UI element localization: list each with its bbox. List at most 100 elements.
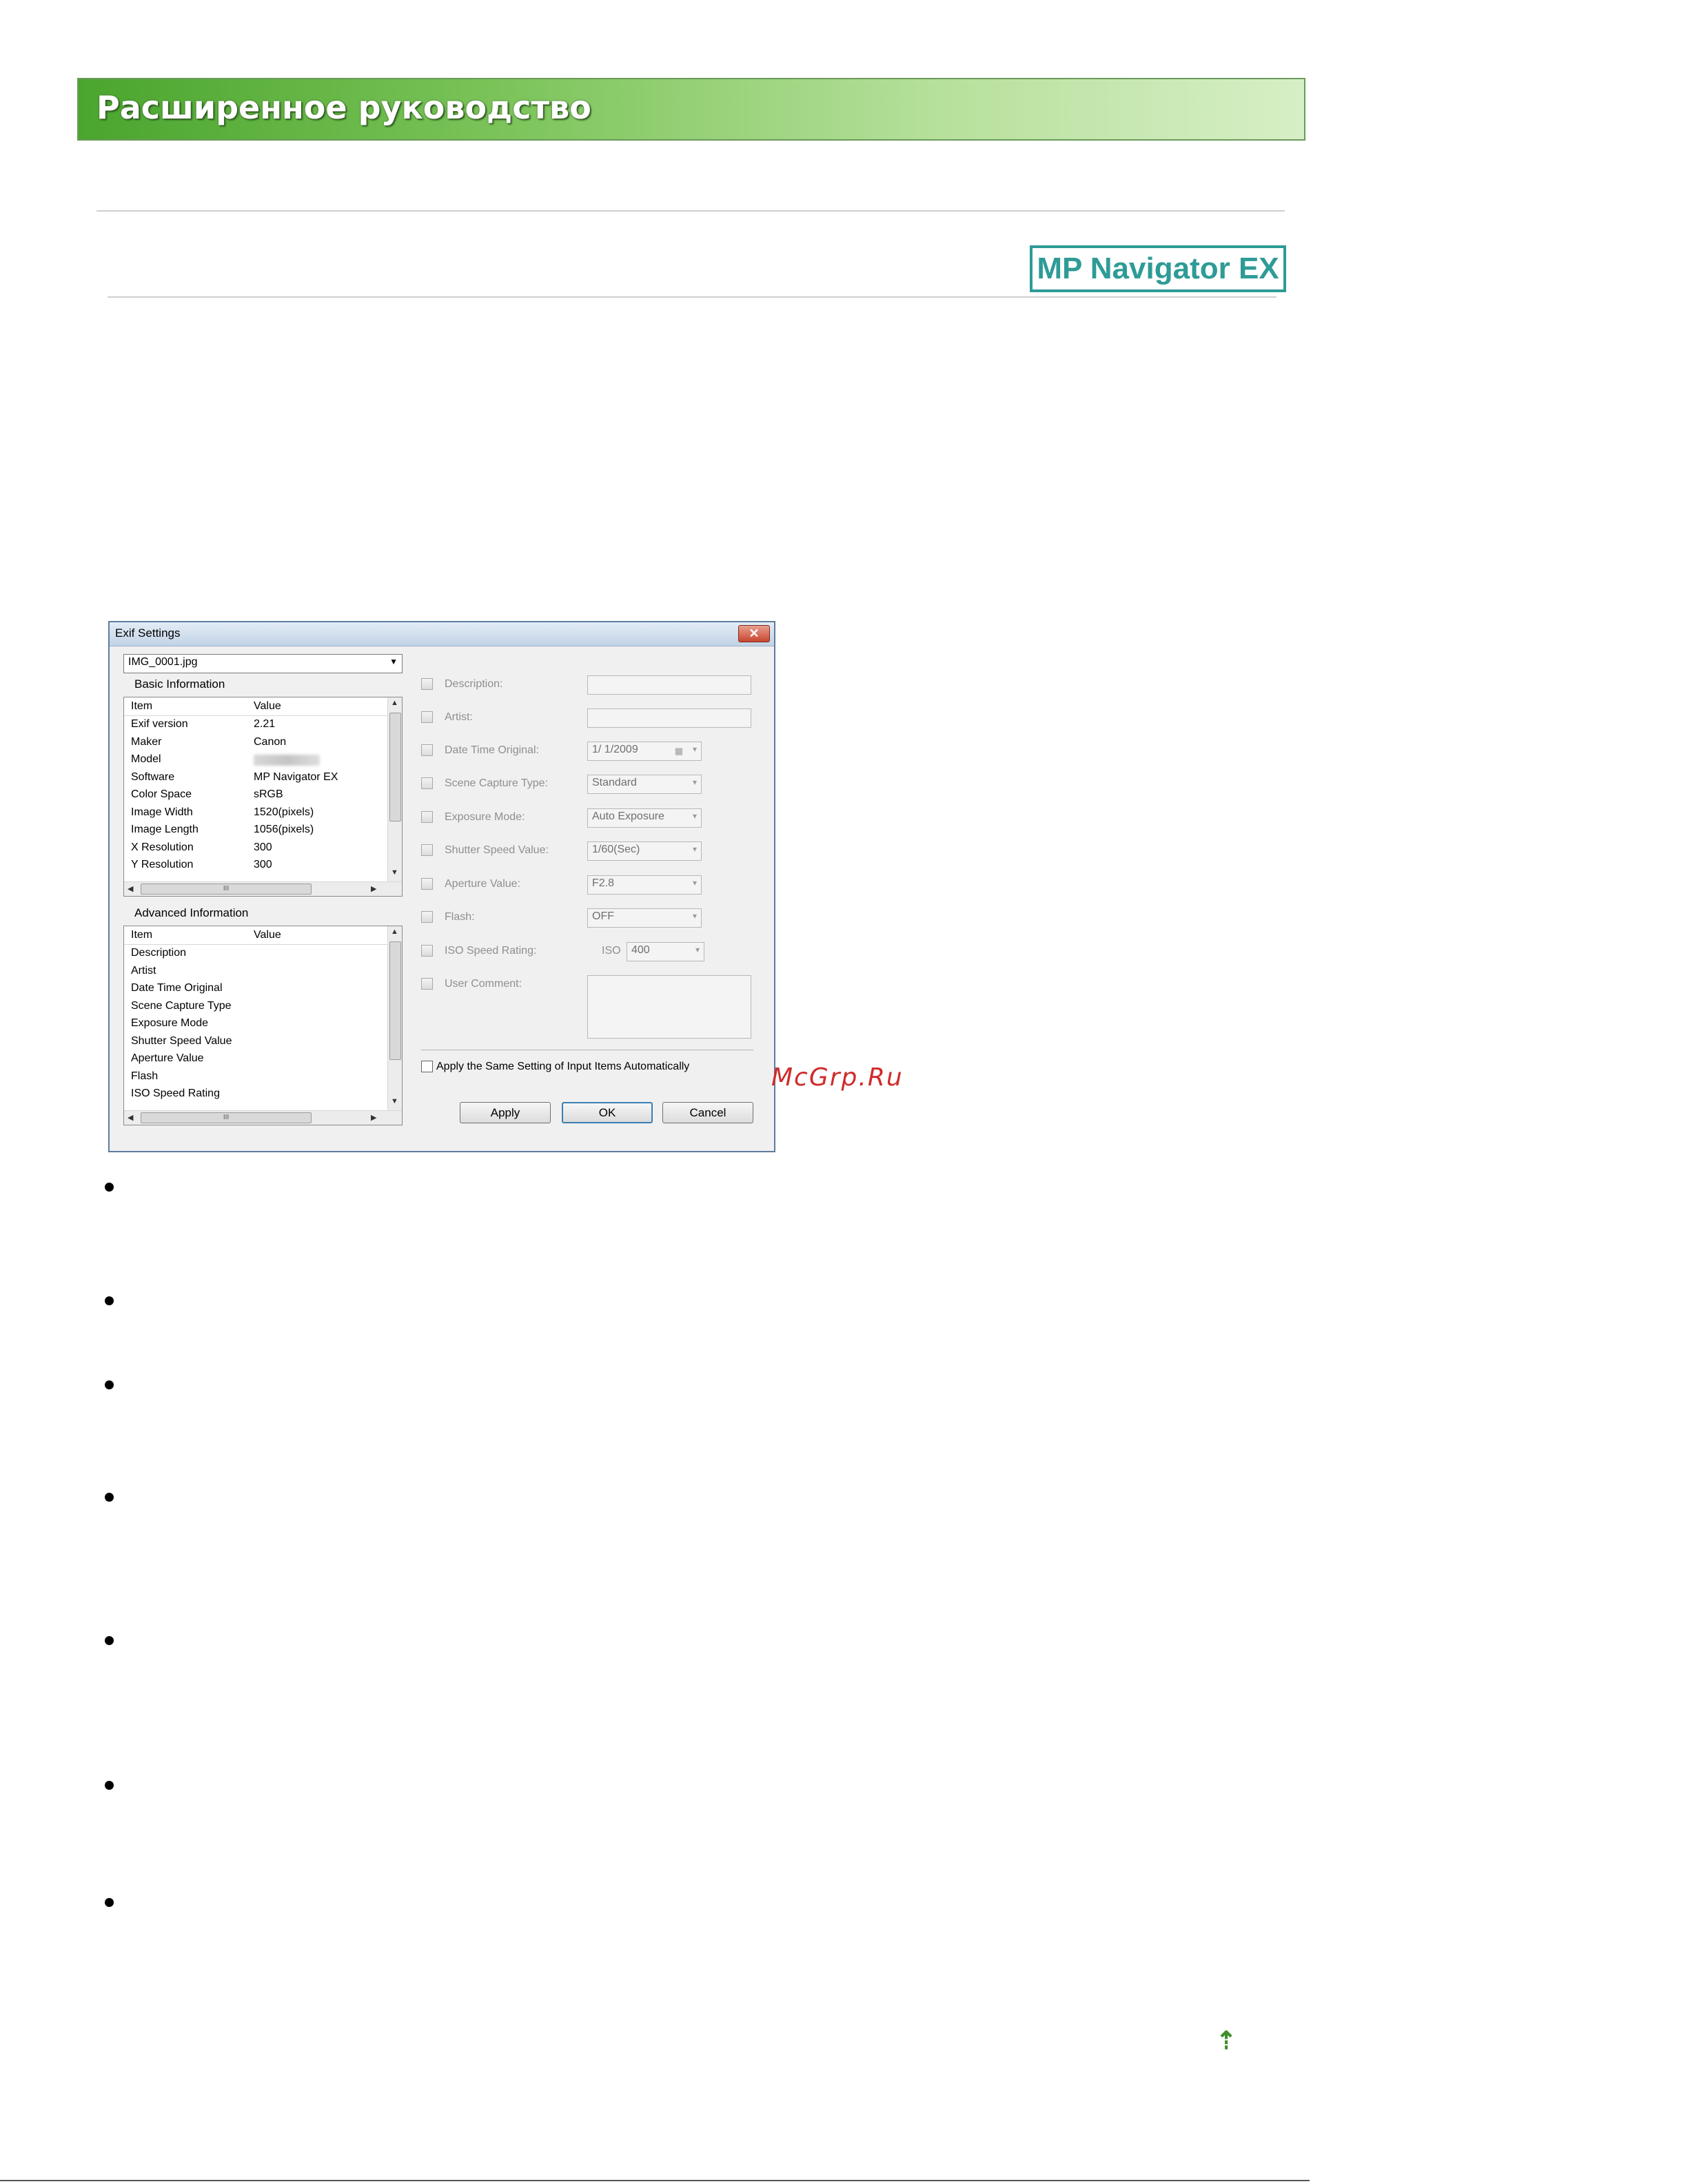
horizontal-scrollbar[interactable]: ◀ III ▶ xyxy=(124,881,402,896)
row-item: X Resolution xyxy=(131,841,194,853)
scroll-thumb[interactable]: III xyxy=(141,884,312,895)
exposure-mode-checkbox[interactable] xyxy=(421,811,433,823)
redacted-model-value xyxy=(254,755,320,766)
iso-speed-checkbox[interactable] xyxy=(421,945,433,957)
user-comment-checkbox[interactable] xyxy=(421,978,433,990)
page-title: Расширенное руководство xyxy=(96,89,591,126)
scroll-left-icon[interactable]: ◀ xyxy=(128,1113,133,1122)
chevron-down-icon: ▾ xyxy=(692,777,697,787)
iso-speed-label: ISO Speed Rating: xyxy=(445,945,537,957)
chevron-down-icon: ▾ xyxy=(692,744,697,754)
row-value: 300 xyxy=(254,841,272,853)
scene-capture-type-label: Scene Capture Type: xyxy=(445,777,549,789)
cancel-button[interactable]: Cancel xyxy=(662,1102,753,1123)
row-value: 2.21 xyxy=(254,718,276,730)
scene-capture-type-value: Standard xyxy=(592,777,637,788)
row-value: 1520(pixels) xyxy=(254,806,314,818)
date-time-original-label: Date Time Original: xyxy=(445,744,539,756)
file-select[interactable]: IMG_0001.jpg ▼ xyxy=(123,654,403,673)
ok-button[interactable]: OK xyxy=(562,1102,653,1123)
chevron-down-icon: ▾ xyxy=(692,844,697,854)
artist-label: Artist: xyxy=(445,711,473,723)
scroll-up-icon[interactable]: ▲ xyxy=(391,928,398,936)
row-value: sRGB xyxy=(254,788,283,800)
date-value: 1/ 1/2009 xyxy=(592,744,638,755)
chevron-down-icon: ▾ xyxy=(692,878,697,888)
row-item: Y Resolution xyxy=(131,859,194,870)
row-item: ISO Speed Rating xyxy=(131,1088,220,1099)
basic-information-list[interactable]: Item Value Exif version 2.21 Maker Canon Mod… xyxy=(123,697,403,897)
flash-checkbox[interactable] xyxy=(421,911,433,923)
scroll-right-icon[interactable]: ▶ xyxy=(371,884,376,893)
row-item: Model xyxy=(131,753,161,765)
apply-same-setting-checkbox[interactable] xyxy=(421,1061,433,1072)
iso-prefix-label: ISO xyxy=(602,945,621,957)
scroll-down-icon[interactable]: ▼ xyxy=(391,1097,398,1105)
chevron-down-icon: ▾ xyxy=(692,911,697,921)
vertical-scrollbar[interactable]: ▲ ▼ xyxy=(387,697,402,882)
row-item: Date Time Original xyxy=(131,982,223,994)
flash-label: Flash: xyxy=(445,911,475,923)
advanced-information-list[interactable]: Item Value Description Artist Date Time Or… xyxy=(123,926,403,1125)
close-button[interactable]: ✕ xyxy=(738,625,770,642)
description-field[interactable] xyxy=(587,675,751,695)
scroll-thumb[interactable] xyxy=(389,941,401,1060)
description-label: Description: xyxy=(445,678,503,690)
list-bullet xyxy=(105,1296,114,1305)
description-checkbox[interactable] xyxy=(421,678,433,690)
row-item: Flash xyxy=(131,1070,159,1082)
vertical-scrollbar[interactable]: ▲ ▼ xyxy=(387,926,402,1111)
column-header-item: Item xyxy=(131,700,153,712)
shutter-speed-select[interactable]: 1/60(Sec) ▾ xyxy=(587,841,702,861)
row-item: Image Width xyxy=(131,806,193,818)
row-item: Exposure Mode xyxy=(131,1017,209,1029)
exif-settings-dialog: Exif Settings ✕ IMG_0001.jpg ▼ Basic Inf… xyxy=(108,621,775,1152)
scroll-thumb[interactable] xyxy=(389,713,401,821)
calendar-icon[interactable]: ▦ xyxy=(675,746,683,757)
flash-select[interactable]: OFF ▾ xyxy=(587,908,702,928)
dialog-titlebar: Exif Settings ✕ xyxy=(110,622,774,646)
row-value: MP Navigator EX xyxy=(254,770,338,783)
scroll-left-icon[interactable]: ◀ xyxy=(128,884,133,893)
scroll-down-icon[interactable]: ▼ xyxy=(391,868,398,877)
row-item: Artist xyxy=(131,964,156,977)
watermark: McGrp.Ru xyxy=(771,1063,904,1092)
dialog-title: Exif Settings xyxy=(115,626,181,640)
date-time-original-checkbox[interactable] xyxy=(421,744,433,756)
list-bullet xyxy=(105,1493,114,1502)
list-bullet xyxy=(105,1781,114,1790)
aperture-value-checkbox[interactable] xyxy=(421,878,433,890)
aperture-value-value: F2.8 xyxy=(592,877,615,889)
shutter-speed-value: 1/60(Sec) xyxy=(592,844,640,855)
list-header: Item Value xyxy=(124,926,402,945)
date-time-original-picker[interactable]: 1/ 1/2009 ▦ ▾ xyxy=(587,742,702,761)
aperture-value-select[interactable]: F2.8 ▾ xyxy=(587,875,702,895)
user-comment-label: User Comment: xyxy=(445,978,522,990)
shutter-speed-checkbox[interactable] xyxy=(421,844,433,856)
artist-checkbox[interactable] xyxy=(421,711,433,723)
column-header-value: Value xyxy=(254,700,281,712)
shutter-speed-label: Shutter Speed Value: xyxy=(445,844,549,856)
row-item: Shutter Speed Value xyxy=(131,1034,232,1047)
scroll-right-icon[interactable]: ▶ xyxy=(371,1113,376,1122)
list-bullet xyxy=(105,1183,114,1192)
scroll-thumb[interactable]: III xyxy=(141,1112,312,1123)
scene-capture-type-checkbox[interactable] xyxy=(421,777,433,789)
scene-capture-type-select[interactable]: Standard ▾ xyxy=(587,775,702,794)
basic-information-label: Basic Information xyxy=(134,677,225,691)
scroll-up-icon[interactable]: ▲ xyxy=(391,699,398,707)
file-select-value: IMG_0001.jpg xyxy=(128,656,198,668)
user-comment-field[interactable] xyxy=(587,975,751,1039)
column-header-item: Item xyxy=(131,929,153,941)
list-bullet xyxy=(105,1380,114,1389)
exposure-mode-label: Exposure Mode: xyxy=(445,811,525,823)
divider-top xyxy=(96,210,1285,212)
back-to-top-icon[interactable]: ⇡ xyxy=(1216,2026,1237,2055)
iso-speed-select[interactable]: 400 ▾ xyxy=(627,942,704,961)
apply-button[interactable]: Apply xyxy=(460,1102,551,1123)
exposure-mode-select[interactable]: Auto Exposure ▾ xyxy=(587,808,702,828)
footer-line xyxy=(0,2180,1310,2181)
horizontal-scrollbar[interactable]: ◀ III ▶ xyxy=(124,1110,402,1125)
artist-field[interactable] xyxy=(587,708,751,728)
exposure-mode-value: Auto Exposure xyxy=(592,810,664,822)
